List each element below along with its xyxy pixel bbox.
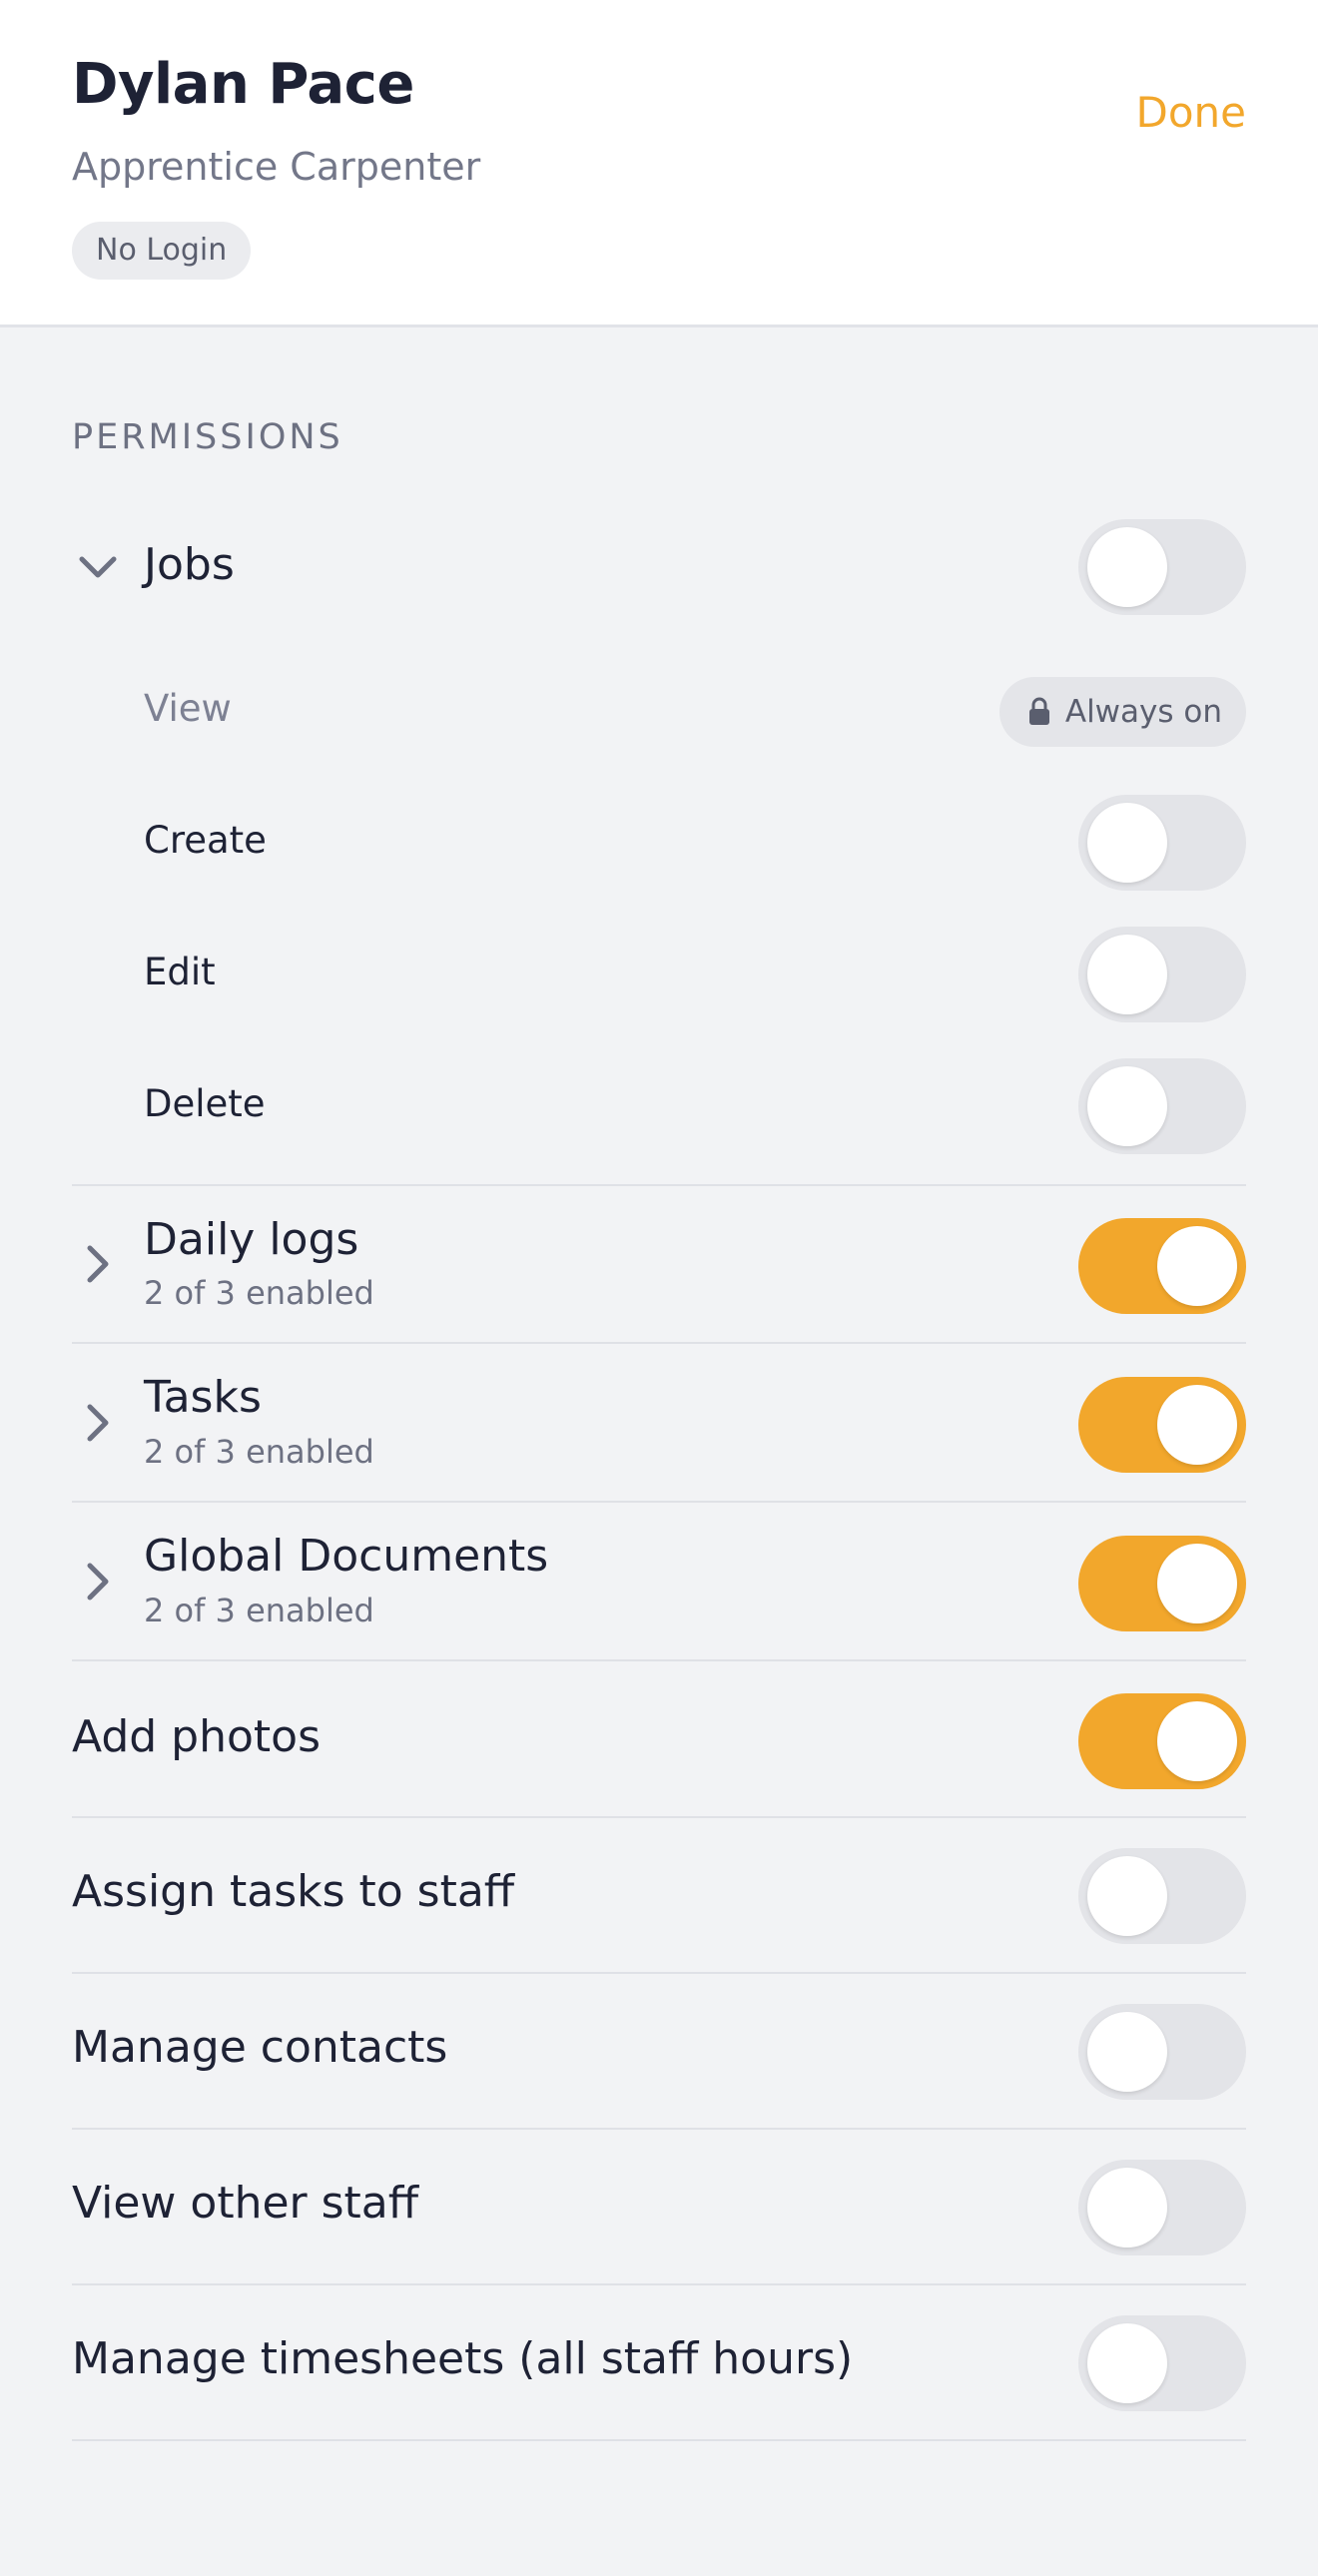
toggle-knob (1157, 1385, 1237, 1465)
chevron-right-icon[interactable] (72, 1556, 124, 1608)
always-on-label: Always on (1064, 694, 1222, 730)
permission-item-create[interactable]: Create (72, 795, 1246, 891)
permission-manage-timesheets[interactable]: Manage timesheets (all staff hours) (72, 2285, 1246, 2441)
permissions-section-title: PERMISSIONS (72, 417, 343, 457)
global-documents-toggle[interactable] (1078, 1536, 1246, 1631)
permission-add-photos[interactable]: Add photos (72, 1661, 1246, 1818)
permission-item-label: Create (144, 819, 267, 862)
toggle-knob (1087, 803, 1167, 883)
toggle-knob (1087, 2012, 1167, 2092)
permission-item-label: Delete (144, 1082, 266, 1125)
permission-group-summary: 2 of 3 enabled (144, 1592, 374, 1629)
permission-group-daily-logs[interactable]: Daily logs 2 of 3 enabled (72, 1186, 1246, 1344)
chevron-right-icon[interactable] (72, 1238, 124, 1290)
permission-manage-contacts[interactable]: Manage contacts (72, 1974, 1246, 2130)
manage-timesheets-toggle[interactable] (1078, 2315, 1246, 2411)
permission-group-label: Daily logs (144, 1214, 359, 1265)
chevron-down-icon[interactable] (72, 541, 124, 593)
daily-logs-toggle[interactable] (1078, 1218, 1246, 1314)
permission-group-label: Tasks (144, 1372, 262, 1423)
staff-name: Dylan Pace (72, 52, 414, 117)
permission-group-global-documents[interactable]: Global Documents 2 of 3 enabled (72, 1503, 1246, 1661)
permission-view-other-staff[interactable]: View other staff (72, 2130, 1246, 2285)
toggle-knob (1157, 1544, 1237, 1623)
view-other-staff-toggle[interactable] (1078, 2160, 1246, 2255)
permission-label: Assign tasks to staff (72, 1866, 515, 1917)
permission-label: Add photos (72, 1711, 322, 1762)
add-photos-toggle[interactable] (1078, 1693, 1246, 1789)
permission-group-summary: 2 of 3 enabled (144, 1433, 374, 1471)
toggle-knob (1087, 1856, 1167, 1936)
permission-group-tasks[interactable]: Tasks 2 of 3 enabled (72, 1344, 1246, 1503)
permission-item-label: View (144, 687, 232, 730)
permission-label: Manage contacts (72, 2022, 448, 2073)
delete-toggle[interactable] (1078, 1058, 1246, 1154)
permission-assign-tasks[interactable]: Assign tasks to staff (72, 1818, 1246, 1974)
permission-item-delete[interactable]: Delete (72, 1058, 1246, 1186)
permission-item-label: Edit (144, 951, 216, 993)
jobs-toggle[interactable] (1078, 519, 1246, 615)
permission-group-summary: 2 of 3 enabled (144, 1274, 374, 1312)
toggle-knob (1087, 935, 1167, 1014)
permission-group-label: Jobs (144, 539, 235, 590)
lock-icon (1028, 697, 1049, 725)
manage-contacts-toggle[interactable] (1078, 2004, 1246, 2100)
permission-label: Manage timesheets (all staff hours) (72, 2333, 854, 2384)
done-button[interactable]: Done (1136, 88, 1247, 137)
permission-item-edit[interactable]: Edit (72, 927, 1246, 1022)
toggle-knob (1157, 1226, 1237, 1306)
chevron-right-icon[interactable] (72, 1397, 124, 1449)
toggle-knob (1087, 1066, 1167, 1146)
create-toggle[interactable] (1078, 795, 1246, 891)
edit-toggle[interactable] (1078, 927, 1246, 1022)
permission-item-view: View Always on (72, 677, 1246, 747)
toggle-knob (1087, 2323, 1167, 2403)
profile-header: Dylan Pace Apprentice Carpenter No Login… (0, 0, 1318, 327)
staff-role: Apprentice Carpenter (72, 145, 481, 189)
permission-group-label: Global Documents (144, 1531, 549, 1582)
tasks-toggle[interactable] (1078, 1377, 1246, 1473)
toggle-knob (1087, 2168, 1167, 2248)
login-status-badge: No Login (72, 222, 252, 280)
assign-tasks-toggle[interactable] (1078, 1848, 1246, 1944)
permission-label: View other staff (72, 2178, 419, 2229)
toggle-knob (1087, 527, 1167, 607)
always-on-badge: Always on (998, 677, 1246, 747)
toggle-knob (1157, 1701, 1237, 1781)
permission-group-jobs[interactable]: Jobs (72, 519, 1246, 615)
